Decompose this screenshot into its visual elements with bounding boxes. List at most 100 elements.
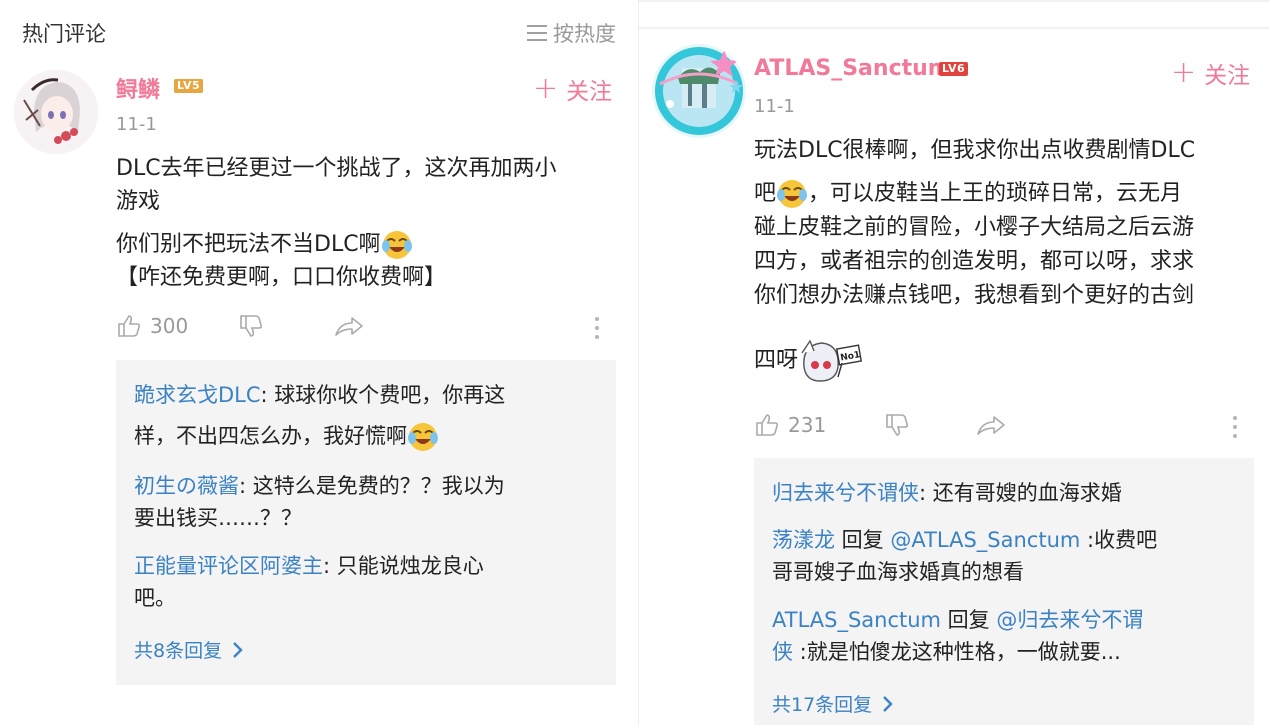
comment-text-segment: 吧 xyxy=(754,181,777,206)
plus-icon: + xyxy=(1171,55,1197,90)
view-all-replies-link[interactable]: 共8条回复 xyxy=(134,636,244,663)
more-vertical-icon-dot xyxy=(1233,434,1237,438)
comment-text-segment: 你们别不把玩法不当DLC啊 xyxy=(116,232,381,257)
more-replies-label: 共8条回复 xyxy=(134,640,223,662)
comment-text-line: 你们想办法赚点钱吧，我想看到个更好的古剑 xyxy=(754,283,1195,308)
user-avatar[interactable] xyxy=(652,44,746,138)
follow-button[interactable]: + 关注 xyxy=(533,72,612,106)
follow-label: 关注 xyxy=(1204,63,1251,89)
reply-line: 归去来兮不谓侠: 还有哥嫂的血海求婚 xyxy=(772,477,1242,509)
user-avatar[interactable] xyxy=(14,70,98,154)
reply-text: :收费吧 xyxy=(1080,528,1158,552)
hot-comments-title: 热门评论 xyxy=(22,22,106,46)
reply-author[interactable]: 归去来兮不谓侠 xyxy=(772,481,919,505)
reply-author[interactable]: 跪求玄戈DLC xyxy=(134,383,261,407)
top-divider xyxy=(639,27,1269,29)
reply-item[interactable]: 跪求玄戈DLC: 球球你收个费吧，你再这 样，不出四怎么办，我好慌啊 xyxy=(134,379,604,453)
reply-item[interactable]: 荡漾龙 回复 @ATLAS_Sanctum :收费吧 哥哥嫂子血海求婚真的想看 xyxy=(772,524,1242,588)
more-options-button[interactable] xyxy=(595,317,601,339)
reply-line: 荡漾龙 回复 @ATLAS_Sanctum :收费吧 xyxy=(772,524,1242,556)
reply-line: 初生の薇酱: 这特么是免费的？？我以为 xyxy=(134,470,604,502)
comment-text-segment: ，可以皮鞋当上王的琐碎日常，云无月 xyxy=(808,181,1183,206)
reply-line: 正能量评论区阿婆主: 只能说烛龙良心 xyxy=(134,550,604,582)
replies-box: 归去来兮不谓侠: 还有哥嫂的血海求婚 荡漾龙 回复 @ATLAS_Sanctum… xyxy=(754,458,1254,725)
chevron-right-icon xyxy=(883,695,893,712)
follow-button[interactable]: + 关注 xyxy=(1171,56,1250,90)
comment-body: DLC去年已经更过一个挑战了，这次再加两小 游戏 你们别不把玩法不当DLC啊 【… xyxy=(116,152,616,294)
reply-author[interactable]: 初生の薇酱 xyxy=(134,474,239,498)
laugh-cry-emoji-icon xyxy=(381,231,412,259)
like-button[interactable]: 300 xyxy=(116,313,188,339)
chibi-no1-sticker-icon: No1 xyxy=(801,339,863,382)
follow-label: 关注 xyxy=(566,79,613,105)
share-arrow-icon xyxy=(335,317,363,336)
comment-text-segment: 四呀 xyxy=(754,348,799,373)
thumb-down-icon xyxy=(886,414,909,436)
reply-text: : 球球你收个费吧，你再这 xyxy=(260,383,506,407)
reply-mention[interactable]: @归去来兮不谓 xyxy=(996,608,1143,632)
comment-username[interactable]: ATLAS_Sanctum xyxy=(754,56,951,81)
planet-frame-avatar-icon xyxy=(655,47,743,135)
share-button[interactable] xyxy=(976,412,1006,438)
reply-text: : 这特么是免费的？？我以为 xyxy=(239,474,505,498)
left-comment-panel: 热门评论 按热度 鲟鳞 LV5 + 关注 11-1 DLC去年已经更过一个挑战了… xyxy=(0,0,638,725)
reply-line: 跪求玄戈DLC: 球球你收个费吧，你再这 xyxy=(134,379,604,411)
thumb-up-icon xyxy=(118,315,141,337)
dislike-button[interactable] xyxy=(884,412,910,438)
plus-icon: + xyxy=(533,71,559,106)
reply-word: 回复 xyxy=(835,528,891,552)
laugh-cry-emoji-icon xyxy=(777,180,808,208)
more-options-button[interactable] xyxy=(1233,416,1239,438)
reply-item[interactable]: ATLAS_Sanctum 回复 @归去来兮不谓 侠 :就是怕傻龙这种性格，一做… xyxy=(772,604,1242,668)
reply-text: 样，不出四怎么办，我好慌啊 xyxy=(134,424,407,448)
reply-author[interactable]: ATLAS_Sanctum xyxy=(772,608,941,632)
thumb-down-icon xyxy=(240,315,263,337)
dislike-button[interactable] xyxy=(238,313,264,339)
reply-line: 样，不出四怎么办，我好慌啊 xyxy=(134,420,604,453)
like-count: 300 xyxy=(150,314,189,338)
reply-item[interactable]: 初生の薇酱: 这特么是免费的？？我以为 要出钱买……？？ xyxy=(134,470,604,534)
more-vertical-icon xyxy=(595,317,599,321)
comment-username[interactable]: 鲟鳞 xyxy=(116,72,160,104)
comment-text-line: 你们别不把玩法不当DLC啊 xyxy=(116,228,616,261)
like-button[interactable]: 231 xyxy=(754,412,826,438)
comment-text-line: 吧 ，可以皮鞋当上王的琐碎日常，云无月 xyxy=(754,177,1254,211)
level-badge: LV5 xyxy=(174,79,204,93)
top-divider xyxy=(639,0,1269,2)
more-vertical-icon-dot xyxy=(595,335,599,339)
sort-by-popularity-button[interactable]: 按热度 xyxy=(527,18,616,48)
share-button[interactable] xyxy=(334,313,364,339)
reply-text: :就是怕傻龙这种性格，一做就要... xyxy=(793,640,1121,664)
reply-item[interactable]: 归去来兮不谓侠: 还有哥嫂的血海求婚 xyxy=(772,477,1242,509)
sort-label: 按热度 xyxy=(553,22,616,46)
reply-text: : 还有哥嫂的血海求婚 xyxy=(919,481,1122,505)
comment-date: 11-1 xyxy=(116,114,157,135)
right-comment-panel: ATLAS_Sanctum LV6 + 关注 11-1 玩法DLC很棒啊，但我求… xyxy=(638,0,1269,725)
more-vertical-icon-dot xyxy=(1233,425,1237,429)
comment-actions: 231 xyxy=(754,412,1006,438)
view-all-replies-link[interactable]: 共17条回复 xyxy=(772,690,894,717)
chevron-right-icon xyxy=(233,641,243,658)
reply-word: 回复 xyxy=(941,608,997,632)
reply-item[interactable]: 正能量评论区阿婆主: 只能说烛龙良心 吧。 xyxy=(134,550,604,614)
reply-line: 侠 :就是怕傻龙这种性格，一做就要... xyxy=(772,636,1242,668)
anime-girl-avatar-icon xyxy=(14,70,98,154)
reply-text: : 只能说烛龙良心 xyxy=(323,554,484,578)
reply-mention[interactable]: @ATLAS_Sanctum xyxy=(890,528,1080,552)
reply-mention[interactable]: 侠 xyxy=(772,640,793,664)
level-badge: LV6 xyxy=(939,62,969,76)
comment-text-line: 四呀 No1 xyxy=(754,337,1254,385)
reply-author[interactable]: 正能量评论区阿婆主 xyxy=(134,554,323,578)
comment-body: 玩法DLC很棒啊，但我求你出点收费剧情DLC 吧 ，可以皮鞋当上王的琐碎日常，云无… xyxy=(754,134,1254,385)
comment-text-line: 四方，或者祖宗的创造发明，都可以呀，求求 xyxy=(754,249,1195,274)
share-arrow-icon xyxy=(977,416,1005,435)
comment-text-line: 游戏 xyxy=(116,189,161,214)
reply-line: 要出钱买……？？ xyxy=(134,506,302,530)
more-vertical-icon xyxy=(1233,416,1237,420)
replies-box: 跪求玄戈DLC: 球球你收个费吧，你再这 样，不出四怎么办，我好慌啊 初生の薇酱… xyxy=(116,360,616,685)
thumb-up-icon xyxy=(756,414,779,436)
more-replies-label: 共17条回复 xyxy=(772,694,873,716)
reply-line: ATLAS_Sanctum 回复 @归去来兮不谓 xyxy=(772,604,1242,636)
reply-author[interactable]: 荡漾龙 xyxy=(772,528,835,552)
comment-text-line: DLC去年已经更过一个挑战了，这次再加两小 xyxy=(116,156,557,181)
